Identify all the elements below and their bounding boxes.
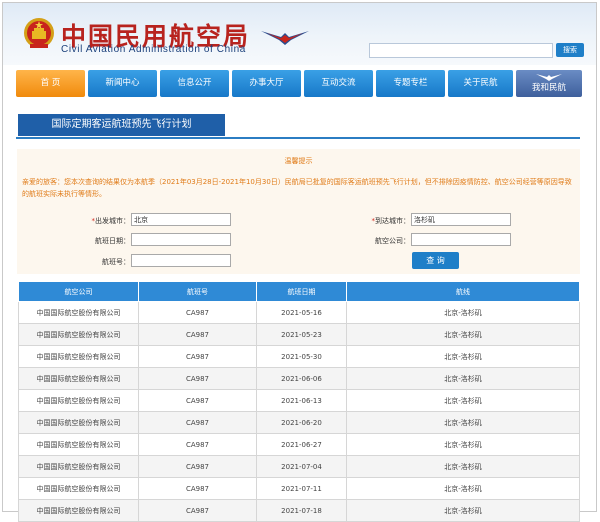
cell-route: 北京-洛杉矶 [346, 499, 580, 522]
table-row: 中国国际航空股份有限公司 CA987 2021-05-23 北京-洛杉矶 [18, 323, 580, 346]
notice-body: 亲爱的旅客：您本次查询的结果仅为本航季（2021年03月28日-2021年10月… [22, 178, 572, 198]
cell-flight-number: CA987 [138, 499, 257, 522]
cell-flight-date: 2021-05-16 [256, 301, 347, 324]
column-header-airline: 航空公司 [18, 281, 139, 302]
cell-route: 北京-洛杉矶 [346, 301, 580, 324]
cell-flight-number: CA987 [138, 433, 257, 456]
nav-item-me-and-caac[interactable]: 我和民航 [516, 70, 582, 97]
flight-plan-table: 航空公司 航班号 航班日期 航线 中国国际航空股份有限公司 CA987 2021-0… [18, 281, 580, 522]
notice-title: 温馨提示 [284, 157, 313, 165]
nav-item-topics[interactable]: 专题专栏 [376, 70, 445, 97]
departure-city-label-text: 出发城市： [95, 217, 130, 225]
table-row: 中国国际航空股份有限公司 CA987 2021-07-04 北京-洛杉矶 [18, 455, 580, 478]
site-header: 中国民用航空局 Civil Aviation Administration of… [3, 3, 596, 65]
column-header-route: 航线 [346, 281, 580, 302]
nav-item-me-and-caac-label: 我和民航 [531, 83, 566, 93]
nav-item-interaction[interactable]: 互动交流 [304, 70, 373, 97]
departure-city-input[interactable]: 北京 [131, 213, 231, 226]
table-row: 中国国际航空股份有限公司 CA987 2021-06-27 北京-洛杉矶 [18, 433, 580, 456]
site-title-en: Civil Aviation Administration of China [61, 44, 246, 55]
nav-item-info[interactable]: 信息公开 [160, 70, 229, 97]
cell-flight-date: 2021-06-06 [256, 367, 347, 390]
flight-date-label: 航班日期： [95, 237, 130, 245]
table-row: 中国国际航空股份有限公司 CA987 2021-06-06 北京-洛杉矶 [18, 367, 580, 390]
query-button[interactable]: 查 询 [412, 252, 459, 269]
airline-label: 航空公司： [375, 237, 410, 245]
cell-flight-number: CA987 [138, 389, 257, 412]
cell-flight-number: CA987 [138, 323, 257, 346]
cell-route: 北京-洛杉矶 [346, 323, 580, 346]
cell-flight-date: 2021-06-20 [256, 411, 347, 434]
nav-item-about[interactable]: 关于民航 [448, 70, 513, 97]
cell-airline: 中国国际航空股份有限公司 [18, 367, 139, 390]
cell-airline: 中国国际航空股份有限公司 [18, 477, 139, 500]
cell-flight-date: 2021-05-30 [256, 345, 347, 368]
cell-airline: 中国国际航空股份有限公司 [18, 345, 139, 368]
cell-airline: 中国国际航空股份有限公司 [18, 499, 139, 522]
column-header-flight-date: 航班日期 [256, 281, 347, 302]
main-nav: 首 页 新闻中心 信息公开 办事大厅 互动交流 专题专栏 关于民航 我和民航 [16, 70, 582, 97]
nav-item-news[interactable]: 新闻中心 [88, 70, 157, 97]
national-emblem-icon [24, 18, 54, 48]
cell-flight-date: 2021-05-23 [256, 323, 347, 346]
section-title: 国际定期客运航班预先飞行计划 [18, 114, 225, 136]
cell-flight-date: 2021-07-04 [256, 455, 347, 478]
cell-route: 北京-洛杉矶 [346, 477, 580, 500]
cell-flight-number: CA987 [138, 345, 257, 368]
search-input[interactable] [369, 43, 553, 58]
cell-airline: 中国国际航空股份有限公司 [18, 323, 139, 346]
arrival-city-label-text: 到达城市： [375, 217, 410, 225]
cell-flight-number: CA987 [138, 455, 257, 478]
flight-date-input[interactable] [131, 233, 231, 246]
table-row: 中国国际航空股份有限公司 CA987 2021-06-13 北京-洛杉矶 [18, 389, 580, 412]
table-header-row: 航空公司 航班号 航班日期 航线 [18, 281, 580, 302]
table-row: 中国国际航空股份有限公司 CA987 2021-05-16 北京-洛杉矶 [18, 301, 580, 324]
arrival-city-input[interactable]: 洛杉矶 [411, 213, 511, 226]
cell-route: 北京-洛杉矶 [346, 389, 580, 412]
cell-flight-date: 2021-06-27 [256, 433, 347, 456]
cell-flight-number: CA987 [138, 477, 257, 500]
cell-airline: 中国国际航空股份有限公司 [18, 455, 139, 478]
arrival-city-label: *到达城市： [355, 216, 411, 226]
table-row: 中国国际航空股份有限公司 CA987 2021-07-18 北京-洛杉矶 [18, 499, 580, 522]
cell-route: 北京-洛杉矶 [346, 345, 580, 368]
section-divider [16, 137, 580, 139]
cell-airline: 中国国际航空股份有限公司 [18, 301, 139, 324]
cell-flight-number: CA987 [138, 367, 257, 390]
cell-flight-number: CA987 [138, 411, 257, 434]
cell-flight-date: 2021-07-18 [256, 499, 347, 522]
column-header-flight-number: 航班号 [138, 281, 257, 302]
cell-airline: 中国国际航空股份有限公司 [18, 433, 139, 456]
nav-item-services[interactable]: 办事大厅 [232, 70, 301, 97]
cell-flight-date: 2021-06-13 [256, 389, 347, 412]
cell-route: 北京-洛杉矶 [346, 411, 580, 434]
table-row: 中国国际航空股份有限公司 CA987 2021-05-30 北京-洛杉矶 [18, 345, 580, 368]
cell-route: 北京-洛杉矶 [346, 433, 580, 456]
caac-wings-small-icon [536, 74, 562, 81]
table-row: 中国国际航空股份有限公司 CA987 2021-06-20 北京-洛杉矶 [18, 411, 580, 434]
flight-number-input[interactable] [131, 254, 231, 267]
nav-item-home[interactable]: 首 页 [16, 70, 85, 97]
cell-route: 北京-洛杉矶 [346, 367, 580, 390]
cell-flight-number: CA987 [138, 301, 257, 324]
departure-city-label: *出发城市： [78, 216, 131, 226]
table-row: 中国国际航空股份有限公司 CA987 2021-07-11 北京-洛杉矶 [18, 477, 580, 500]
cell-airline: 中国国际航空股份有限公司 [18, 411, 139, 434]
flight-number-label: 航班号： [102, 258, 130, 266]
query-panel: 温馨提示 亲爱的旅客：您本次查询的结果仅为本航季（2021年03月28日-202… [17, 149, 580, 274]
caac-wings-logo-icon [261, 31, 309, 45]
search-button[interactable]: 搜索 [556, 43, 584, 57]
airline-input[interactable] [411, 233, 511, 246]
cell-route: 北京-洛杉矶 [346, 455, 580, 478]
cell-airline: 中国国际航空股份有限公司 [18, 389, 139, 412]
cell-flight-date: 2021-07-11 [256, 477, 347, 500]
